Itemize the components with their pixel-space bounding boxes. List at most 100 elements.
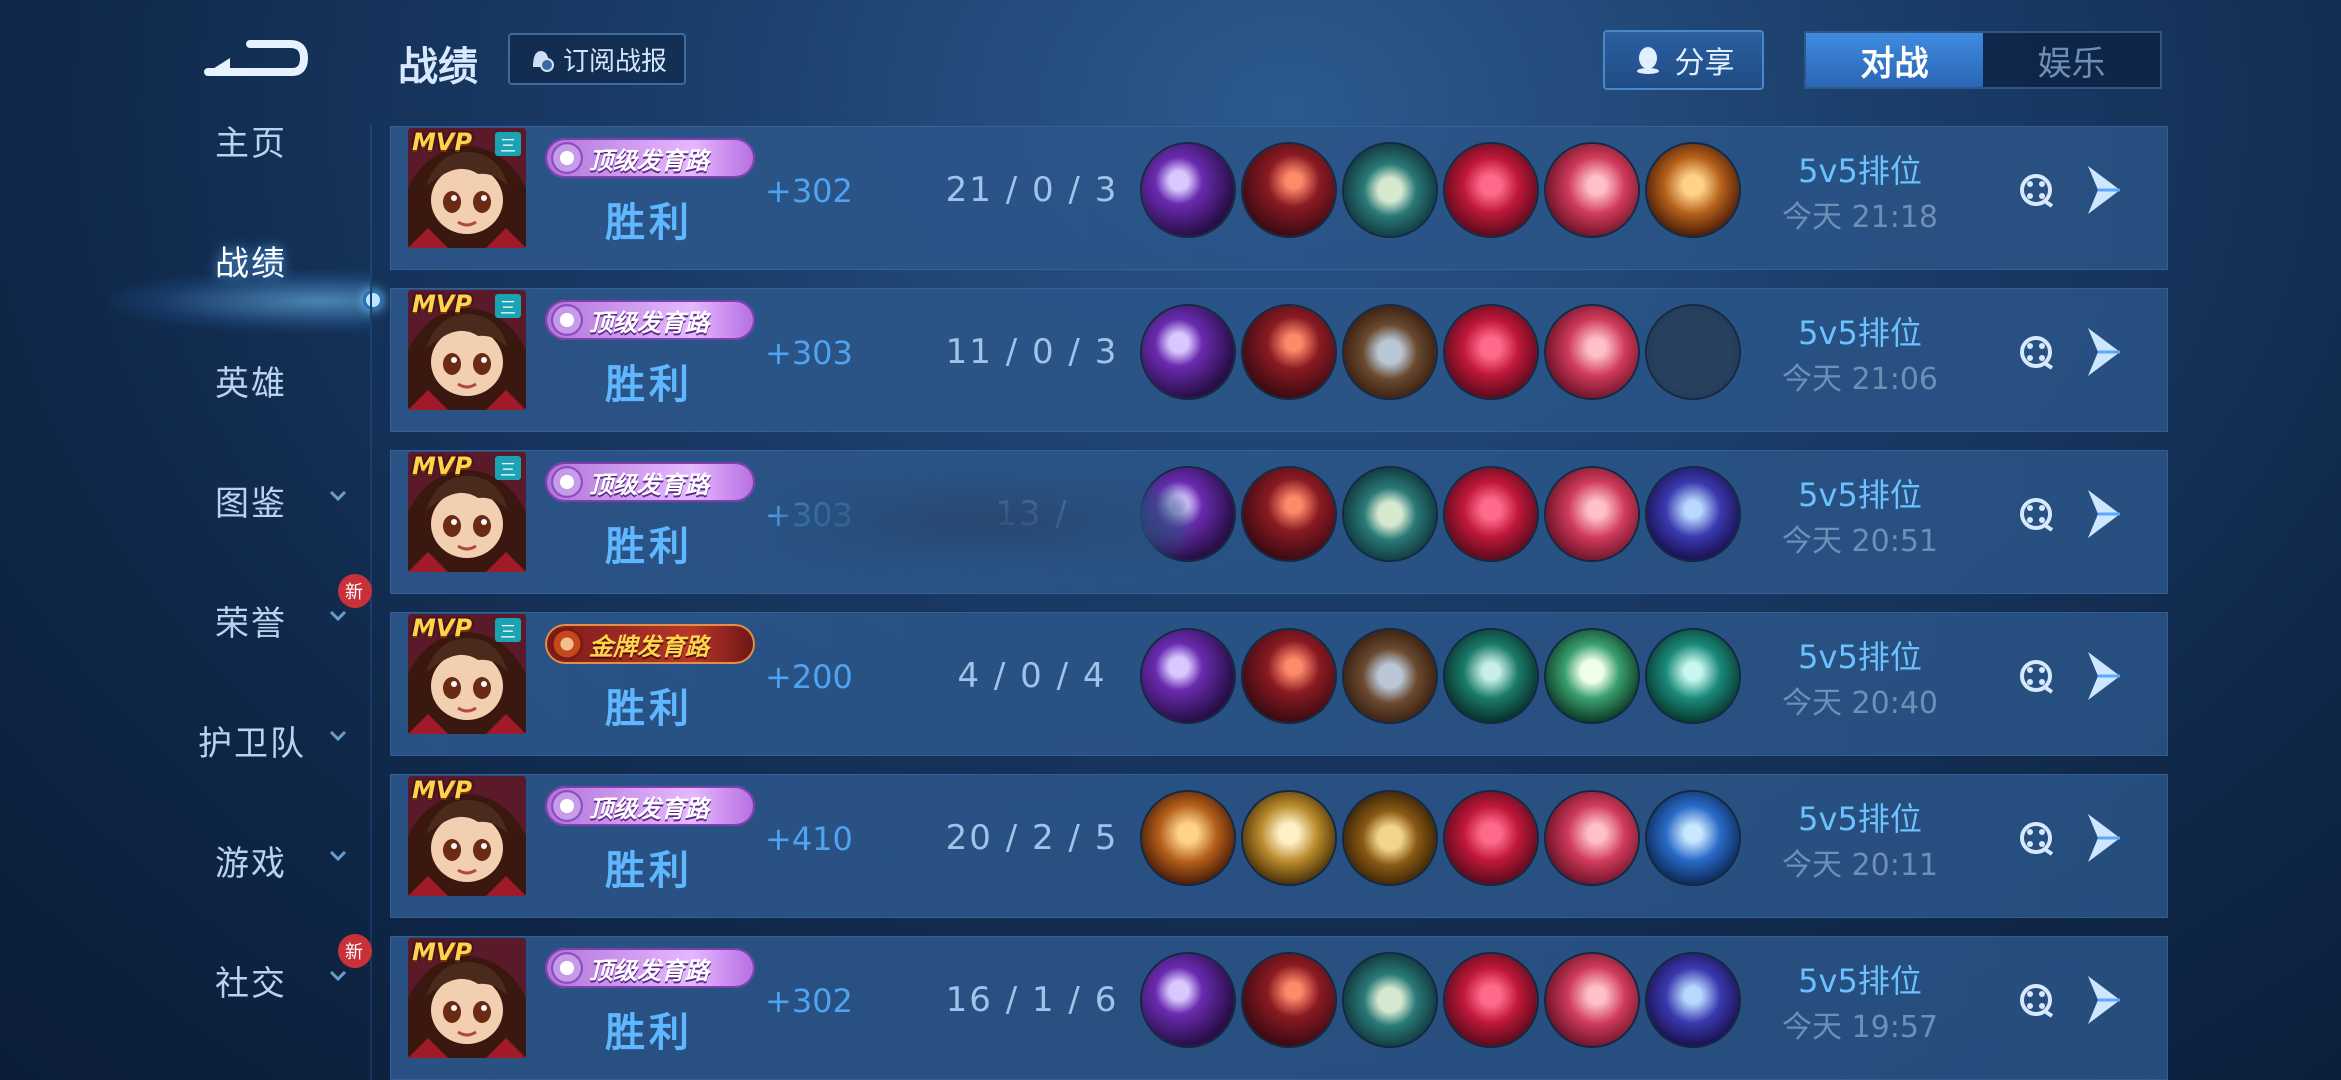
- boots-teal-item-icon: [1344, 468, 1436, 560]
- kda-stats: 4 / 0 / 4: [957, 656, 1107, 696]
- honor-title-text: 金牌发育路: [589, 632, 709, 661]
- chevron-down-icon: [329, 730, 347, 742]
- replay-icon[interactable]: [2018, 496, 2054, 532]
- sidebar-item-7[interactable]: 社交 新: [0, 934, 372, 1020]
- sidebar-item-5[interactable]: 护卫队: [0, 700, 372, 780]
- honor-title-badge: 顶级发育路: [545, 948, 755, 988]
- boots-bronze-item-icon: [1344, 630, 1436, 722]
- spear-pink-item-icon: [1546, 954, 1638, 1046]
- chevron-down-icon: [329, 970, 347, 982]
- honor-emblem-icon: [551, 142, 583, 174]
- sidebar-item-2[interactable]: 英雄: [0, 340, 372, 420]
- bow-purple-item-icon: [1142, 630, 1234, 722]
- chevron-right-icon[interactable]: [2080, 810, 2132, 866]
- sword-gold-item-icon: [1142, 792, 1234, 884]
- blurred-region: [778, 480, 1188, 564]
- sidebar-item-3[interactable]: 图鉴: [0, 460, 372, 540]
- new-badge: 新: [338, 574, 372, 608]
- sidebar-item-4[interactable]: 荣誉 新: [0, 574, 372, 660]
- tab-entertainment[interactable]: 娱乐: [1983, 33, 2160, 87]
- blade-red-item-icon: [1243, 306, 1335, 398]
- sidebar-item-label: 游戏: [215, 843, 287, 884]
- chevron-right-icon[interactable]: [2080, 162, 2132, 218]
- spear-pink-item-icon: [1546, 306, 1638, 398]
- match-record-row[interactable]: MVP 三顶级发育路 胜利 +302 21 / 0 / 3 5v5排位 今天 21:18: [390, 126, 2168, 270]
- kda-stats: 11 / 0 / 3: [945, 332, 1119, 372]
- replay-icon[interactable]: [2018, 172, 2054, 208]
- mvp-label: MVP: [412, 614, 473, 642]
- match-result: 胜利: [605, 524, 693, 570]
- match-record-row[interactable]: MVP 三金牌发育路 胜利 +200 4 / 0 / 4 5v5排位 今天 20:40: [390, 612, 2168, 756]
- rank-mark: 三: [495, 618, 521, 642]
- honor-title-badge: 顶级发育路: [545, 138, 755, 178]
- sidebar-item-label: 英雄: [215, 363, 287, 404]
- bow-purple-item-icon: [1142, 954, 1234, 1046]
- back-button[interactable]: [200, 28, 310, 88]
- chevron-right-icon[interactable]: [2080, 486, 2132, 542]
- honor-emblem-icon: [551, 952, 583, 984]
- boots-teal-item-icon: [1344, 954, 1436, 1046]
- rank-score-change: +302: [765, 982, 853, 1020]
- sidebar-item-6[interactable]: 游戏: [0, 820, 372, 900]
- mvp-label: MVP: [412, 776, 473, 804]
- share-label: 分享: [1674, 46, 1735, 81]
- tab-battle[interactable]: 对战: [1806, 33, 1983, 87]
- subscribe-report-button[interactable]: 订阅战报: [508, 33, 686, 85]
- match-time: 今天 21:06: [1782, 362, 1938, 397]
- honor-title-text: 顶级发育路: [589, 308, 709, 337]
- match-result: 胜利: [605, 686, 693, 732]
- new-badge: 新: [338, 934, 372, 968]
- match-result: 胜利: [605, 848, 693, 894]
- match-mode: 5v5排位: [1798, 152, 1922, 190]
- rank-mark: 三: [495, 294, 521, 318]
- sidebar-item-label: 战绩: [215, 243, 287, 284]
- sidebar-item-label: 荣誉: [215, 603, 287, 644]
- match-record-row[interactable]: MVP 顶级发育路 胜利 +410 20 / 2 / 5 5v5排位 今天 20:11: [390, 774, 2168, 918]
- match-mode: 5v5排位: [1798, 476, 1922, 514]
- honor-title-badge: 顶级发育路: [545, 462, 755, 502]
- kda-stats: 16 / 1 / 6: [945, 980, 1119, 1020]
- match-record-row[interactable]: MVP 三顶级发育路 胜利 +303 11 / 0 / 3 5v5排位 今天 21:06: [390, 288, 2168, 432]
- chevron-right-icon[interactable]: [2080, 648, 2132, 704]
- match-mode: 5v5排位: [1798, 638, 1922, 676]
- mvp-label: MVP: [412, 128, 473, 156]
- match-mode: 5v5排位: [1798, 314, 1922, 352]
- match-time: 今天 20:40: [1782, 686, 1938, 721]
- back-arrow-icon: [204, 40, 309, 76]
- sidebar-item-label: 图鉴: [215, 483, 287, 524]
- replay-icon[interactable]: [2018, 334, 2054, 370]
- match-record-row[interactable]: MVP三顶级发育路胜利+30313 /5v5排位今天 20:51: [390, 450, 2168, 594]
- honor-title-text: 顶级发育路: [589, 470, 709, 499]
- blade-red-item-icon: [1243, 954, 1335, 1046]
- kda-stats: 21 / 0 / 3: [945, 170, 1119, 210]
- honor-title-badge: 顶级发育路: [545, 786, 755, 826]
- blade-red-item-icon: [1243, 630, 1335, 722]
- sidebar-item-label: 主页: [215, 123, 287, 164]
- honor-title-badge: 金牌发育路: [545, 624, 755, 664]
- match-record-row[interactable]: MVP 顶级发育路 胜利 +302 16 / 1 / 6 5v5排位 今天 19:57: [390, 936, 2168, 1080]
- chevron-down-icon: [329, 850, 347, 862]
- share-button[interactable]: 分享: [1603, 30, 1764, 90]
- sword-green-item-icon: [1445, 630, 1537, 722]
- sidebar-item-1[interactable]: 战绩: [0, 220, 372, 300]
- match-time: 今天 20:51: [1782, 524, 1938, 559]
- dagger-green-item-icon: [1647, 630, 1739, 722]
- boots-bronze-item-icon: [1344, 306, 1436, 398]
- wings-red-item-icon: [1445, 954, 1537, 1046]
- sidebar-item-0[interactable]: 主页: [0, 100, 372, 180]
- rank-mark: 三: [495, 456, 521, 480]
- rank-score-change: +303: [765, 334, 853, 372]
- chevron-down-icon: [329, 610, 347, 622]
- rank-score-change: +410: [765, 820, 853, 858]
- replay-icon[interactable]: [2018, 982, 2054, 1018]
- chevron-right-icon[interactable]: [2080, 972, 2132, 1028]
- chevron-right-icon[interactable]: [2080, 324, 2132, 380]
- replay-icon[interactable]: [2018, 820, 2054, 856]
- subscribe-label: 订阅战报: [562, 46, 667, 77]
- mvp-label: MVP: [412, 290, 473, 318]
- page-title: 战绩: [398, 44, 478, 90]
- honor-title-text: 顶级发育路: [589, 794, 709, 823]
- replay-icon[interactable]: [2018, 658, 2054, 694]
- trident-blue-item-icon: [1647, 954, 1739, 1046]
- spear-pink-item-icon: [1546, 468, 1638, 560]
